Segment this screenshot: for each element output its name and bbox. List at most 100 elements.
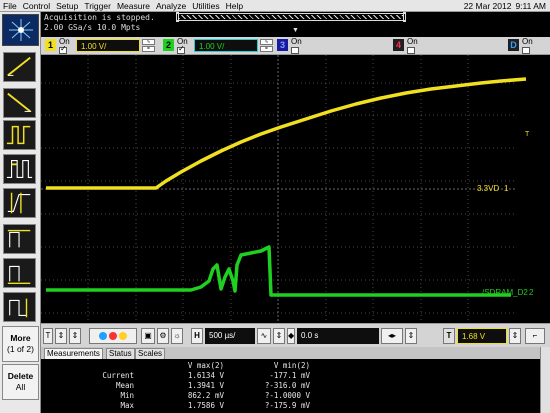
channel-1-checkbox[interactable]: [59, 45, 67, 54]
trigger-stepper-2[interactable]: ⇕: [69, 328, 81, 344]
cell-value: 1.3941 V: [187, 381, 224, 390]
channel-2-label: /SDRAM_D2: [482, 288, 528, 297]
memory-bar-pattern: [179, 15, 403, 19]
vmin-icon: [7, 265, 31, 284]
rising-edge-tool[interactable]: [3, 52, 36, 82]
digital-channel-button[interactable]: D: [508, 39, 519, 51]
menu-setup[interactable]: Setup: [53, 1, 81, 11]
camera-icon[interactable]: ▣: [141, 328, 155, 344]
waveform-svg: 3.3VD 1 /SDRAM_D2 2 T: [41, 55, 534, 323]
color-channel-selector[interactable]: [89, 328, 137, 344]
channel-3-on[interactable]: On: [291, 38, 302, 54]
vamp-icon: [9, 298, 28, 318]
trigger-slope-icon[interactable]: ⌐: [525, 328, 545, 344]
tab-scales[interactable]: Scales: [135, 348, 166, 359]
digital-checkbox[interactable]: [522, 47, 530, 54]
channel-2-checkbox[interactable]: [177, 45, 185, 54]
channel-2-coupling-icon[interactable]: ∿: [260, 39, 273, 45]
channel-1-scale[interactable]: 1.00 V/: [76, 39, 140, 52]
trigger-tag: T: [43, 328, 53, 344]
rise-time-icon: [7, 192, 31, 214]
rise-time-tool[interactable]: [3, 188, 36, 218]
channel-3-checkbox[interactable]: [291, 47, 299, 54]
menu-analyze[interactable]: Analyze: [153, 1, 189, 11]
row-label: Mean: [115, 381, 134, 390]
search-icon[interactable]: ⚙: [157, 328, 169, 344]
acquisition-memory-bar: [176, 12, 406, 22]
timebase-knob-icon[interactable]: ∿: [257, 328, 271, 344]
trigger-level-stepper[interactable]: ⇕: [509, 328, 521, 344]
trigger-position-icon: ▼: [292, 27, 299, 34]
delay-field[interactable]: 0.0 s: [297, 328, 379, 344]
vamp-tool[interactable]: [3, 292, 36, 322]
measurements-scrollbar[interactable]: [540, 347, 550, 413]
memory-bar-right-bracket: [403, 12, 406, 22]
delay-nav-arrows[interactable]: ◂▸: [381, 328, 403, 344]
waveform-display[interactable]: 3.3VD 1 /SDRAM_D2 2 T: [41, 55, 550, 323]
trigger-level-field[interactable]: 1.68 V: [457, 328, 507, 344]
table-row: Mean 1.3941 V ?-316.0 mV: [41, 381, 550, 391]
digital-on-label: On: [522, 37, 533, 46]
cell-value: 1.7586 V: [187, 401, 224, 410]
header-cell: V min(2): [273, 361, 310, 370]
period-icon: [6, 160, 33, 178]
channel-2-impedance-icon[interactable]: =: [260, 46, 273, 52]
cell-value: -177.1 mV: [269, 371, 310, 380]
rising-edge-icon: [7, 56, 31, 77]
row-label: Max: [120, 401, 134, 410]
channel-4-checkbox[interactable]: [407, 47, 415, 54]
channel-2-on[interactable]: On: [177, 38, 188, 54]
delete-sublabel: All: [15, 382, 26, 392]
channel-1-impedance-icon[interactable]: =: [142, 46, 155, 52]
pulse-icon: [6, 125, 31, 145]
channel-3-button[interactable]: 3: [277, 39, 288, 51]
brightness-icon[interactable]: ☼: [171, 328, 183, 344]
delete-label: Delete: [7, 371, 34, 381]
menu-trigger[interactable]: Trigger: [81, 1, 114, 11]
channel-1-on[interactable]: On: [59, 38, 70, 54]
menu-file[interactable]: File: [0, 1, 20, 11]
timebase-field[interactable]: 500 µs/: [205, 328, 255, 344]
trigger-level-marker: T: [525, 131, 530, 138]
more-button[interactable]: More (1 of 2): [2, 326, 39, 362]
table-header: V max(2) V min(2): [41, 361, 550, 371]
falling-edge-tool[interactable]: [3, 88, 36, 118]
channel-1-label: 3.3VD: [477, 184, 499, 193]
trigger-level-tag: T: [443, 328, 455, 344]
cell-value: ?-316.0 mV: [264, 381, 310, 390]
pulse-width-tool[interactable]: [3, 120, 36, 150]
menu-utilities[interactable]: Utilities: [189, 1, 222, 11]
channel-2-button[interactable]: 2: [163, 39, 174, 51]
menu-help[interactable]: Help: [223, 1, 246, 11]
delete-all-button[interactable]: Delete All: [2, 364, 39, 400]
vmin-tool[interactable]: [3, 258, 36, 288]
channel-2-scale[interactable]: 1.00 V/: [194, 39, 258, 52]
delay-stepper[interactable]: ⇕: [405, 328, 417, 344]
channel-4-on[interactable]: On: [407, 38, 418, 54]
menu-bar: File Control Setup Trigger Measure Analy…: [0, 0, 550, 12]
date-label: 22 Mar 2012: [463, 0, 512, 11]
delay-marker-icon: ◆: [287, 328, 295, 344]
period-tool[interactable]: [3, 154, 36, 184]
channel-1-button[interactable]: 1: [45, 39, 56, 51]
tab-measurements[interactable]: Measurements: [44, 348, 103, 359]
trigger-stepper[interactable]: ⇕: [55, 328, 67, 344]
starburst-icon: [8, 19, 33, 41]
panel-tabs: Measurements Status Scales: [41, 347, 550, 359]
menu-control[interactable]: Control: [20, 1, 53, 11]
channel-1-coupling-icon[interactable]: ∿: [142, 39, 155, 45]
row-label: Current: [102, 371, 134, 380]
tab-status[interactable]: Status: [106, 348, 135, 359]
menu-measure[interactable]: Measure: [114, 1, 153, 11]
memory-bar-left-bracket: [176, 12, 179, 22]
channel-3-on-label: On: [291, 37, 302, 46]
blue-dot-icon: [99, 331, 107, 340]
timebase-stepper[interactable]: ⇕: [273, 328, 285, 344]
scope-logo[interactable]: [2, 14, 39, 46]
channel-bar: 1 On 1.00 V/ ∿ = 2 On 1.00 V/ ∿ = 3 On 4…: [41, 37, 550, 55]
vmax-tool[interactable]: [3, 224, 36, 254]
falling-edge-icon: [7, 92, 32, 113]
digital-on[interactable]: On: [522, 38, 533, 54]
measurements-table: V max(2) V min(2) Current 1.6134 V -177.…: [41, 359, 550, 413]
channel-4-button[interactable]: 4: [393, 39, 404, 51]
